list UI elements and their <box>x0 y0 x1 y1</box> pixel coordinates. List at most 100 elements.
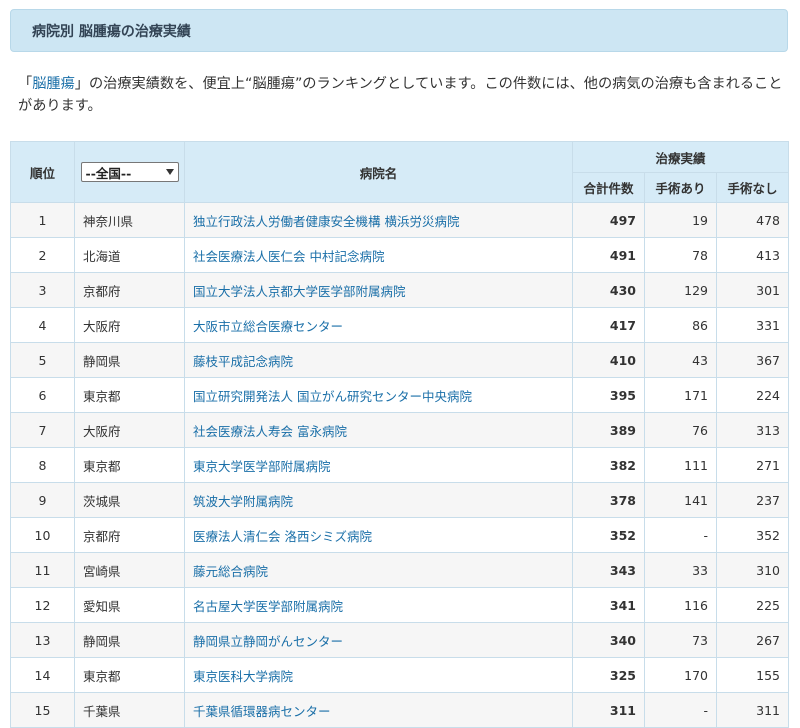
without-surgery-cell: 155 <box>716 657 789 693</box>
rank-cell: 8 <box>10 447 75 483</box>
without-surgery-cell: 301 <box>716 272 789 308</box>
prefecture-cell: 大阪府 <box>74 307 185 343</box>
ranking-table: 順位 --全国-- 病院名 治療実績 合計件数 手術あり 手術なし 1 神奈川県独… <box>10 141 789 728</box>
rank-cell: 9 <box>10 482 75 518</box>
hospital-link[interactable]: 筑波大学附属病院 <box>184 482 573 518</box>
chevron-down-icon <box>165 169 174 175</box>
prefecture-cell: 東京都 <box>74 657 185 693</box>
table-row: 6 東京都 国立研究開発法人 国立がん研究センター中央病院 395 171 224 <box>10 377 789 413</box>
total-cell: 382 <box>572 447 645 483</box>
without-surgery-cell: 313 <box>716 412 789 448</box>
table-row: 1 神奈川県 独立行政法人労働者健康安全機構 横浜労災病院 497 19 478 <box>10 202 789 238</box>
rank-cell: 2 <box>10 237 75 273</box>
total-cell: 417 <box>572 307 645 343</box>
prefecture-cell: 茨城県 <box>74 482 185 518</box>
header-results-group: 治療実績 <box>572 141 789 173</box>
prefecture-cell: 宮崎県 <box>74 552 185 588</box>
intro-text: 「脳腫瘍」の治療実績数を、便宜上“脳腫瘍”のランキングとしています。この件数には… <box>18 73 788 117</box>
hospital-link[interactable]: 社会医療法人医仁会 中村記念病院 <box>184 237 573 273</box>
total-cell: 343 <box>572 552 645 588</box>
hospital-link[interactable]: 東京医科大学病院 <box>184 657 573 693</box>
prefecture-cell: 愛知県 <box>74 587 185 623</box>
with-surgery-cell: 111 <box>644 447 717 483</box>
page-heading-bar: 病院別 脳腫瘍の治療実績 <box>10 9 788 52</box>
with-surgery-cell: 86 <box>644 307 717 343</box>
total-cell: 491 <box>572 237 645 273</box>
with-surgery-cell: 171 <box>644 377 717 413</box>
prefecture-cell: 神奈川県 <box>74 202 185 238</box>
without-surgery-cell: 331 <box>716 307 789 343</box>
prefecture-cell: 京都府 <box>74 272 185 308</box>
rank-cell: 14 <box>10 657 75 693</box>
table-row: 11 宮崎県 藤元総合病院 343 33 310 <box>10 552 789 588</box>
hospital-link[interactable]: 藤枝平成記念病院 <box>184 342 573 378</box>
without-surgery-cell: 311 <box>716 692 789 728</box>
rank-cell: 15 <box>10 692 75 728</box>
with-surgery-cell: 170 <box>644 657 717 693</box>
with-surgery-cell: 73 <box>644 622 717 658</box>
page-title: 病院別 脳腫瘍の治療実績 <box>32 23 191 40</box>
without-surgery-cell: 367 <box>716 342 789 378</box>
without-surgery-cell: 224 <box>716 377 789 413</box>
without-surgery-cell: 310 <box>716 552 789 588</box>
with-surgery-cell: 19 <box>644 202 717 238</box>
hospital-link[interactable]: 大阪市立総合医療センター <box>184 307 573 343</box>
rank-cell: 12 <box>10 587 75 623</box>
table-row: 7 大阪府 社会医療法人寿会 富永病院 389 76 313 <box>10 412 789 448</box>
with-surgery-cell: 141 <box>644 482 717 518</box>
prefecture-cell: 千葉県 <box>74 692 185 728</box>
prefecture-cell: 東京都 <box>74 377 185 413</box>
rank-cell: 6 <box>10 377 75 413</box>
hospital-link[interactable]: 国立大学法人京都大学医学部附属病院 <box>184 272 573 308</box>
with-surgery-cell: 116 <box>644 587 717 623</box>
hospital-link[interactable]: 国立研究開発法人 国立がん研究センター中央病院 <box>184 377 573 413</box>
rank-cell: 5 <box>10 342 75 378</box>
total-cell: 352 <box>572 517 645 553</box>
region-select-value: --全国-- <box>85 165 132 181</box>
rank-cell: 3 <box>10 272 75 308</box>
header-without-surgery[interactable]: 手術なし <box>716 172 789 203</box>
rank-cell: 7 <box>10 412 75 448</box>
table-row: 4 大阪府 大阪市立総合医療センター 417 86 331 <box>10 307 789 343</box>
without-surgery-cell: 413 <box>716 237 789 273</box>
hospital-link[interactable]: 医療法人清仁会 洛西シミズ病院 <box>184 517 573 553</box>
with-surgery-cell: - <box>644 692 717 728</box>
total-cell: 497 <box>572 202 645 238</box>
rank-cell: 13 <box>10 622 75 658</box>
hospital-link[interactable]: 社会医療法人寿会 富永病院 <box>184 412 573 448</box>
total-cell: 430 <box>572 272 645 308</box>
rank-cell: 4 <box>10 307 75 343</box>
hospital-link[interactable]: 千葉県循環器病センター <box>184 692 573 728</box>
prefecture-cell: 京都府 <box>74 517 185 553</box>
header-region-filter: --全国-- <box>74 141 185 203</box>
without-surgery-cell: 237 <box>716 482 789 518</box>
with-surgery-cell: 43 <box>644 342 717 378</box>
without-surgery-cell: 267 <box>716 622 789 658</box>
prefecture-cell: 北海道 <box>74 237 185 273</box>
hospital-link[interactable]: 独立行政法人労働者健康安全機構 横浜労災病院 <box>184 202 573 238</box>
table-row: 2 北海道 社会医療法人医仁会 中村記念病院 491 78 413 <box>10 237 789 273</box>
with-surgery-cell: 33 <box>644 552 717 588</box>
intro-keyword-link[interactable]: 脳腫瘍 <box>32 76 75 92</box>
without-surgery-cell: 478 <box>716 202 789 238</box>
prefecture-cell: 東京都 <box>74 447 185 483</box>
rank-cell: 10 <box>10 517 75 553</box>
header-total[interactable]: 合計件数 <box>572 172 645 203</box>
hospital-link[interactable]: 藤元総合病院 <box>184 552 573 588</box>
intro-open-quote: 「 <box>18 76 33 92</box>
table-row: 5 静岡県 藤枝平成記念病院 410 43 367 <box>10 342 789 378</box>
hospital-link[interactable]: 静岡県立静岡がんセンター <box>184 622 573 658</box>
total-cell: 311 <box>572 692 645 728</box>
header-hospital: 病院名 <box>184 141 573 203</box>
hospital-link[interactable]: 東京大学医学部附属病院 <box>184 447 573 483</box>
total-cell: 341 <box>572 587 645 623</box>
total-cell: 340 <box>572 622 645 658</box>
prefecture-cell: 静岡県 <box>74 622 185 658</box>
region-select[interactable]: --全国-- <box>80 162 179 182</box>
without-surgery-cell: 225 <box>716 587 789 623</box>
header-with-surgery[interactable]: 手術あり <box>644 172 717 203</box>
hospital-link[interactable]: 名古屋大学医学部附属病院 <box>184 587 573 623</box>
total-cell: 325 <box>572 657 645 693</box>
table-row: 10 京都府 医療法人清仁会 洛西シミズ病院 352-352 <box>10 517 789 553</box>
table-row: 9 茨城県 筑波大学附属病院 378 141 237 <box>10 482 789 518</box>
